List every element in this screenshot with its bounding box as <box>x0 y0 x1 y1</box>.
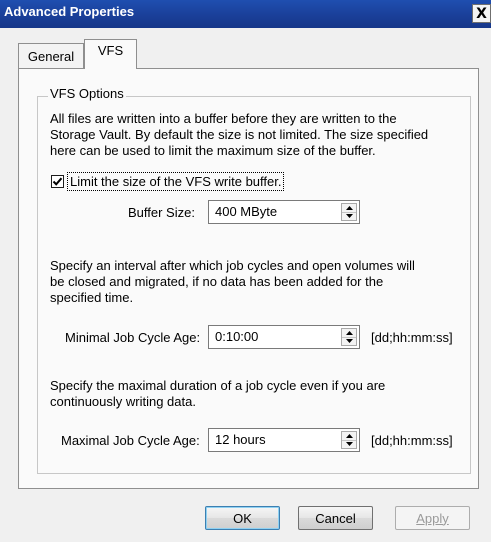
max-job-cycle-unit: [dd;hh:mm:ss] <box>371 433 453 448</box>
max-job-cycle-value: 12 hours <box>215 432 266 447</box>
max-job-cycle-input[interactable]: 12 hours <box>208 428 360 452</box>
cancel-button[interactable]: Cancel <box>298 506 373 530</box>
duration-text: Specify the maximal duration of a job cy… <box>50 378 385 410</box>
duration-line: Specify the maximal duration of a job cy… <box>50 378 386 393</box>
cancel-button-label: Cancel <box>315 510 356 526</box>
min-job-cycle-input[interactable]: 0:10:00 <box>208 325 360 349</box>
intro-line: All files are written into a buffer befo… <box>50 111 397 126</box>
spin-down-arrow-icon[interactable] <box>342 440 356 448</box>
min-job-cycle-value: 0:10:00 <box>215 329 259 344</box>
interval-line: be closed and migrated, if no data has b… <box>50 274 384 289</box>
tab-vfs[interactable]: VFS <box>84 39 137 69</box>
min-job-cycle-label: Minimal Job Cycle Age: <box>65 330 201 345</box>
apply-button-label: Apply <box>416 510 449 526</box>
buffer-size-spinner[interactable] <box>341 203 357 221</box>
ok-button-label: OK <box>233 510 252 526</box>
window-title: Advanced Properties <box>4 4 135 19</box>
intro-line: Storage Vault. By default the size is no… <box>50 127 429 142</box>
tab-general[interactable]: General <box>18 43 84 68</box>
min-job-cycle-unit: [dd;hh:mm:ss] <box>371 330 453 345</box>
limit-buffer-checkbox[interactable] <box>51 175 64 188</box>
tab-general-label: General <box>27 48 75 64</box>
ok-button[interactable]: OK <box>205 506 280 530</box>
intro-line: here can be used to limit the maximum si… <box>50 143 376 158</box>
advanced-properties-dialog: Advanced Properties X General VFS VFS Op… <box>0 0 491 542</box>
interval-line: Specify an interval after which job cycl… <box>50 258 415 273</box>
min-job-cycle-spinner[interactable] <box>341 328 357 346</box>
spin-down-arrow-icon[interactable] <box>342 212 356 220</box>
tab-vfs-label: VFS <box>97 43 124 58</box>
close-button[interactable]: X <box>472 4 491 23</box>
buffer-size-input[interactable]: 400 MByte <box>208 200 360 224</box>
interval-line: specified time. <box>50 290 134 305</box>
buffer-size-label: Buffer Size: <box>128 205 195 220</box>
vfs-options-group-label: VFS Options <box>48 86 126 101</box>
spin-down-arrow-icon[interactable] <box>342 337 356 345</box>
close-icon: X <box>476 5 487 22</box>
interval-text: Specify an interval after which job cycl… <box>50 258 415 306</box>
intro-text: All files are written into a buffer befo… <box>50 111 428 159</box>
title-bar[interactable]: Advanced Properties X <box>0 0 491 28</box>
buffer-size-value: 400 MByte <box>215 204 278 219</box>
limit-buffer-checkbox-label[interactable]: Limit the size of the VFS write buffer. <box>67 172 285 191</box>
max-job-cycle-spinner[interactable] <box>341 431 357 449</box>
apply-button[interactable]: Apply <box>395 506 470 530</box>
max-job-cycle-label: Maximal Job Cycle Age: <box>61 433 200 448</box>
check-icon <box>52 177 63 186</box>
duration-line: continuously writing data. <box>50 394 196 409</box>
